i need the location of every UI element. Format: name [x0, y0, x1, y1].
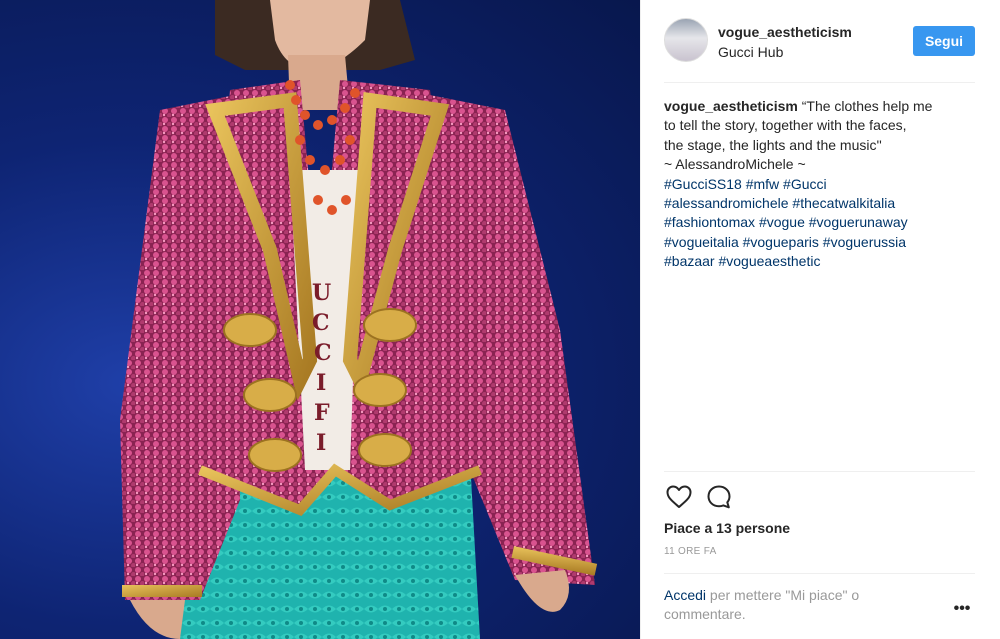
caption-text-line: the stage, the lights and the music'' [664, 136, 882, 153]
svg-text:U: U [312, 280, 331, 306]
likes-count[interactable]: Piace a 13 persone [664, 520, 790, 536]
follow-button[interactable]: Segui [913, 26, 975, 56]
more-options-icon[interactable]: ••• [950, 600, 974, 620]
caption-text-line: ~ AlessandroMichele ~ [664, 156, 806, 173]
svg-text:F: F [314, 400, 330, 426]
actions-divider [664, 471, 975, 472]
heart-icon[interactable] [664, 482, 694, 512]
svg-text:C: C [312, 310, 330, 336]
comment-icon[interactable] [704, 482, 734, 512]
login-prompt-text: per mettere "Mi piace" o [706, 587, 860, 603]
post-header: vogue_aestheticism Gucci Hub Segui [664, 16, 975, 68]
hashtag-line[interactable]: #fashiontomax #vogue #voguerunaway [664, 213, 969, 232]
caption-text-line: to tell the story, together with the fac… [664, 117, 907, 134]
login-prompt-text: commentare. [664, 606, 746, 622]
runway-model-image: U C C I F I [120, 0, 598, 639]
post-timestamp[interactable]: 11 ORE FA [664, 546, 717, 557]
login-prompt: Accedi per mettere "Mi piace" o commenta… [664, 586, 924, 624]
post-actions [664, 482, 975, 512]
hashtag-line[interactable]: #vogueitalia #vogueparis #voguerussia [664, 233, 969, 252]
svg-text:C: C [314, 340, 332, 366]
svg-text:I: I [316, 370, 326, 396]
svg-text:I: I [316, 430, 326, 456]
footer-divider [664, 573, 975, 574]
avatar[interactable] [664, 18, 708, 62]
header-location[interactable]: Gucci Hub [718, 44, 783, 60]
post-sidebar [640, 0, 1000, 639]
caption-username[interactable]: vogue_aestheticism [664, 98, 798, 114]
caption-text-line: “The clothes help me [801, 98, 933, 114]
post-caption: vogue_aestheticism “The clothes help me … [664, 97, 969, 272]
hashtag-line[interactable]: #bazaar #vogueaesthetic [664, 252, 969, 271]
header-divider [664, 82, 975, 83]
login-link[interactable]: Accedi [664, 587, 706, 603]
header-username[interactable]: vogue_aestheticism [718, 24, 852, 40]
post-photo[interactable]: U C C I F I [0, 0, 640, 639]
hashtag-line[interactable]: #GucciSS18 #mfw #Gucci [664, 175, 969, 194]
hashtag-line[interactable]: #alessandromichele #thecatwalkitalia [664, 194, 969, 213]
